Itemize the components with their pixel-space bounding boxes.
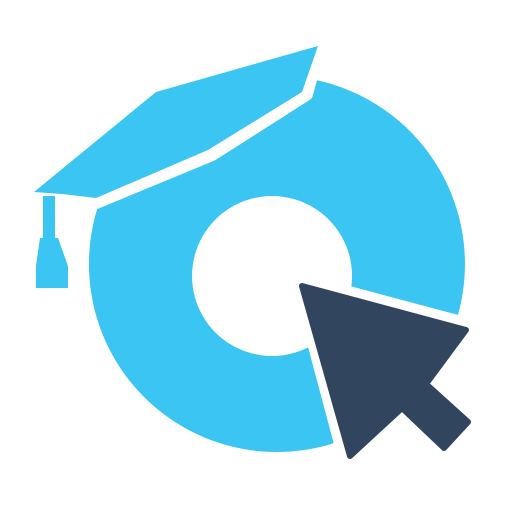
- edu-logo-icon: [25, 35, 483, 471]
- logo-canvas: [0, 0, 512, 512]
